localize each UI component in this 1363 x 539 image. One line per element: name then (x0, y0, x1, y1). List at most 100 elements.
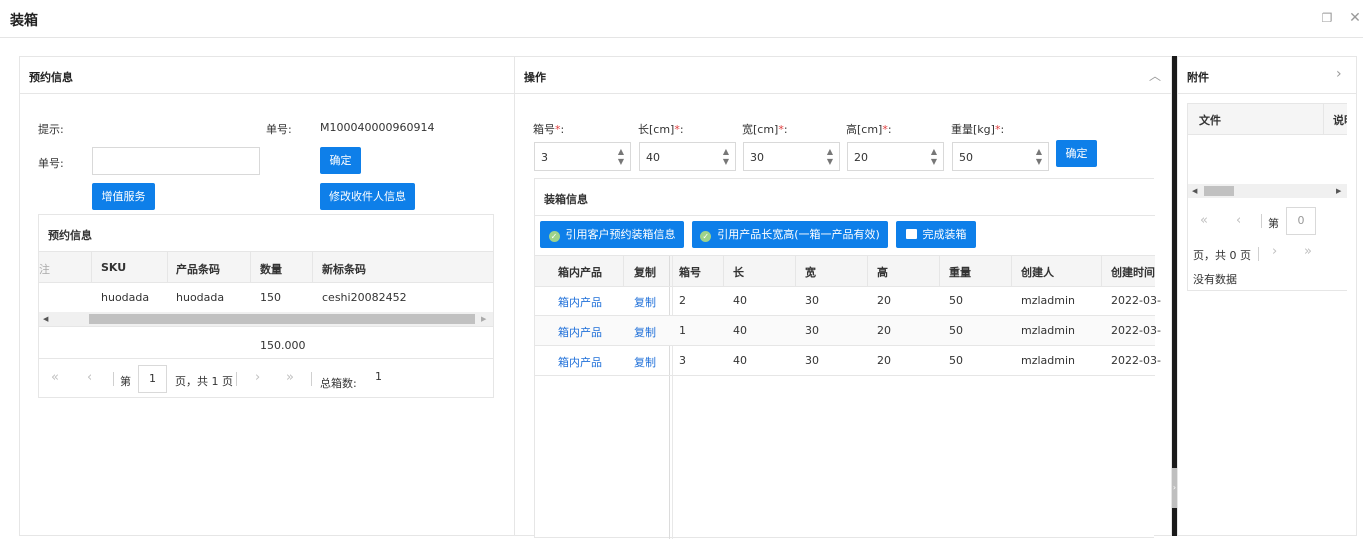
spin-up-icon[interactable]: ▲ (1036, 148, 1042, 156)
box-products-link[interactable]: 箱内产品 (558, 324, 602, 340)
ref-customer-button[interactable]: ✓ 引用客户预约装箱信息 (540, 221, 684, 248)
order-no-input[interactable] (92, 147, 260, 175)
close-icon[interactable]: ✕ (1348, 11, 1362, 25)
page-prefix: 第 (120, 375, 131, 388)
order-no-value: M100040000960914 (320, 121, 435, 134)
value-added-service-button[interactable]: 增值服务 (92, 183, 155, 210)
cell-height: 20 (877, 354, 891, 367)
cell-height: 20 (877, 294, 891, 307)
weight-stepper[interactable]: 50 ▲ ▼ (952, 142, 1049, 171)
scroll-right-icon[interactable]: ▶ (481, 315, 486, 323)
modify-recipient-button[interactable]: 修改收件人信息 (320, 183, 415, 210)
ref-product-button[interactable]: ✓ 引用产品长宽高(一箱一产品有效) (692, 221, 888, 248)
next-page-icon[interactable]: › (1272, 244, 1277, 259)
page-input[interactable]: 0 (1286, 207, 1316, 235)
cell-width: 30 (805, 294, 819, 307)
column-header-barcode: 产品条码 (176, 263, 220, 276)
tip-label: 提示: (38, 123, 64, 136)
finish-packing-button[interactable]: 完成装箱 (896, 221, 976, 248)
next-page-icon[interactable]: › (255, 370, 260, 385)
box-no-stepper[interactable]: 3 ▲ ▼ (534, 142, 631, 171)
scroll-left-icon[interactable]: ◀ (1192, 187, 1197, 195)
cell-weight: 50 (949, 354, 963, 367)
reservation-grid: 预约信息 注 SKU 产品条码 数量 新标条码 huodada huodada … (38, 214, 494, 398)
page-suffix: 页，共 1 页 (175, 375, 233, 388)
cell-creator: mzladmin (1021, 354, 1076, 367)
column-header: 注 (39, 263, 50, 276)
last-page-icon[interactable]: » (286, 370, 294, 385)
cell-box: 1 (679, 324, 686, 337)
length-stepper[interactable]: 40 ▲ ▼ (639, 142, 736, 171)
box-info-grid: 装箱信息 ✓ 引用客户预约装箱信息 ✓ 引用产品长宽高(一箱一产品有效) 完成装箱 … (534, 178, 1161, 539)
expand-right-icon[interactable]: › (1336, 66, 1342, 82)
attachment-panel: 附件 › 文件 说明 ◀ ▶ « ‹ 第 0 页，共 0 页 › » 没有数据 (1177, 56, 1357, 536)
cell-creator: mzladmin (1021, 294, 1076, 307)
reservation-panel: 预约信息 提示: 单号: M100040000960914 单号: 确定 增值服… (19, 56, 514, 536)
copy-link[interactable]: 复制 (634, 324, 656, 340)
spin-down-icon[interactable]: ▼ (931, 158, 937, 166)
box-products-link[interactable]: 箱内产品 (558, 354, 602, 370)
cell-sku: huodada (101, 291, 150, 304)
cell-box: 2 (679, 294, 686, 307)
spin-down-icon[interactable]: ▼ (618, 158, 624, 166)
cell-created-time: 2022-03- (1111, 354, 1161, 367)
column-header-box: 箱号 (679, 266, 701, 279)
height-stepper[interactable]: 20 ▲ ▼ (847, 142, 944, 171)
panel-title: 预约信息 (20, 57, 514, 94)
column-header-newcode: 新标条码 (322, 263, 366, 276)
copy-link[interactable]: 复制 (634, 294, 656, 310)
last-page-icon[interactable]: » (1304, 244, 1312, 259)
scroll-right-icon[interactable]: ▶ (1336, 187, 1341, 195)
confirm-button[interactable]: 确定 (320, 147, 361, 174)
cell-width: 30 (805, 324, 819, 337)
column-header-weight: 重量 (949, 266, 971, 279)
column-header-length: 长 (733, 266, 744, 279)
cell-created-time: 2022-03- (1111, 324, 1161, 337)
cell-height: 20 (877, 324, 891, 337)
check-circle-icon: ✓ (700, 231, 712, 242)
total-qty: 150.000 (260, 339, 306, 352)
box-icon (905, 229, 917, 239)
horizontal-scrollbar[interactable]: ◀ ▶ (1188, 184, 1347, 198)
first-page-icon[interactable]: « (51, 370, 59, 385)
copy-link[interactable]: 复制 (634, 354, 656, 370)
cell-created-time: 2022-03- (1111, 294, 1161, 307)
cell-length: 40 (733, 354, 747, 367)
spin-down-icon[interactable]: ▼ (827, 158, 833, 166)
spin-up-icon[interactable]: ▲ (618, 148, 624, 156)
spin-down-icon[interactable]: ▼ (723, 158, 729, 166)
cell-newcode: ceshi20082452 (322, 291, 407, 304)
page-input[interactable]: 1 (138, 365, 167, 393)
cell-weight: 50 (949, 324, 963, 337)
attachment-grid: 文件 说明 ◀ ▶ « ‹ 第 0 页，共 0 页 › » 没有数据 (1187, 103, 1347, 291)
horizontal-scrollbar[interactable]: ◀ ▶ (39, 312, 493, 326)
prev-page-icon[interactable]: ‹ (1236, 213, 1241, 228)
spin-down-icon[interactable]: ▼ (1036, 158, 1042, 166)
scrollbar-thumb[interactable] (89, 314, 475, 324)
first-page-icon[interactable]: « (1200, 213, 1208, 228)
spin-up-icon[interactable]: ▲ (827, 148, 833, 156)
length-label: 长[cm]*: (638, 123, 684, 136)
cell-creator: mzladmin (1021, 324, 1076, 337)
box-products-link[interactable]: 箱内产品 (558, 294, 602, 310)
collapse-icon[interactable]: ︿ (1149, 67, 1161, 84)
empty-text: 没有数据 (1193, 273, 1237, 286)
spin-up-icon[interactable]: ▲ (931, 148, 937, 156)
column-header-created-time: 创建时间 (1111, 266, 1155, 279)
box-no-label: 箱号*: (533, 123, 565, 136)
panel-title: 附件 (1178, 57, 1356, 94)
confirm-dimensions-button[interactable]: 确定 (1056, 140, 1097, 167)
spin-up-icon[interactable]: ▲ (723, 148, 729, 156)
width-stepper[interactable]: 30 ▲ ▼ (743, 142, 840, 171)
order-no-label: 单号: (266, 123, 292, 136)
total-box-value: 1 (375, 370, 382, 383)
scrollbar-thumb[interactable] (1204, 186, 1234, 196)
prev-page-icon[interactable]: ‹ (87, 370, 92, 385)
cell-box: 3 (679, 354, 686, 367)
scroll-left-icon[interactable]: ◀ (43, 315, 48, 323)
column-header-desc: 说明 (1333, 114, 1347, 127)
grid-title: 预约信息 (48, 229, 92, 242)
restore-icon[interactable]: ❐ (1320, 11, 1334, 25)
grid-title: 装箱信息 (544, 193, 588, 206)
column-header-creator: 创建人 (1021, 266, 1054, 279)
